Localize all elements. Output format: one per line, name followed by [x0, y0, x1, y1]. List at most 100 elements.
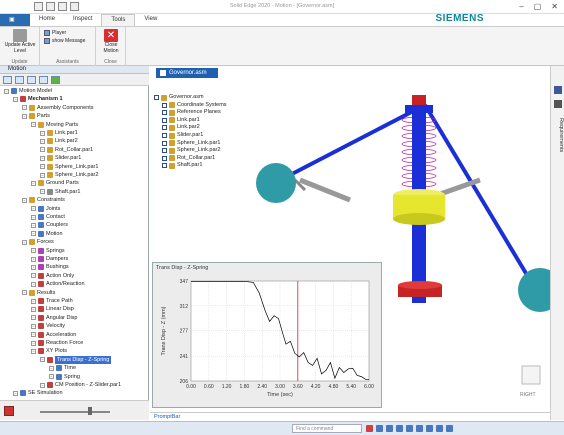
facebook-icon[interactable] — [554, 86, 562, 94]
expand-toggle-icon[interactable]: − — [40, 382, 45, 388]
viewport-tree-item[interactable]: Reference Planes — [162, 109, 221, 116]
tree-item[interactable]: − XY Plots — [31, 347, 67, 355]
tree-item[interactable]: − Acceleration — [31, 331, 76, 339]
settings-icon[interactable] — [446, 425, 453, 432]
expand-toggle-icon[interactable]: − — [31, 306, 36, 312]
viewport-tree-item[interactable]: Sphere_Link.par1 — [162, 140, 220, 147]
expand-toggle-icon[interactable]: − — [22, 197, 27, 203]
tree-item[interactable]: − Link.par2 — [40, 137, 78, 145]
expand-toggle-icon[interactable]: − — [22, 290, 27, 296]
tree-item[interactable]: − Action/Reaction — [31, 280, 85, 288]
viewport-tree-item[interactable]: Sphere_Link.par2 — [162, 147, 220, 154]
motion-icon[interactable] — [51, 76, 60, 84]
expand-toggle-icon[interactable]: − — [22, 113, 27, 119]
expand-toggle-icon[interactable]: − — [31, 323, 36, 329]
expand-toggle-icon[interactable]: − — [13, 390, 18, 396]
tree-item[interactable]: − Reaction Force — [31, 339, 83, 347]
library-icon[interactable] — [39, 76, 48, 84]
expand-toggle-icon[interactable]: − — [31, 222, 36, 228]
tree-item[interactable]: − Ground Parts — [31, 179, 79, 187]
viewport-tree-item[interactable]: Slider.par1 — [162, 132, 203, 139]
view-cube[interactable] — [521, 365, 541, 385]
view-icon[interactable] — [3, 76, 12, 84]
tree-item[interactable]: − Constraints — [22, 196, 65, 204]
expand-toggle-icon[interactable]: − — [22, 239, 27, 245]
expand-toggle-icon[interactable]: − — [31, 264, 36, 270]
expand-toggle-icon[interactable]: − — [31, 231, 36, 237]
visibility-checkbox[interactable] — [154, 95, 159, 100]
expand-toggle-icon[interactable]: − — [31, 348, 36, 354]
section-icon[interactable] — [436, 425, 443, 432]
tree-item[interactable]: − Slider.par1 — [40, 154, 81, 162]
expand-toggle-icon[interactable]: − — [49, 365, 54, 371]
maximize-icon[interactable]: ▢ — [534, 2, 542, 11]
layers-icon[interactable] — [15, 76, 24, 84]
tree-item[interactable]: − Joints — [31, 205, 60, 213]
expand-toggle-icon[interactable]: − — [40, 138, 45, 144]
tree-item[interactable]: − CM Position - Z-Slider.par1 — [40, 381, 121, 389]
tree-item[interactable]: − Spring — [49, 373, 80, 381]
slider-thumb[interactable] — [88, 407, 92, 415]
tree-item[interactable]: − Mechanism 1 — [13, 95, 63, 103]
viewport-tree-item[interactable]: Governor.asm — [154, 94, 204, 101]
expand-toggle-icon[interactable]: − — [31, 298, 36, 304]
document-tab[interactable]: Governor.asm — [156, 68, 218, 78]
expand-toggle-icon[interactable]: − — [31, 248, 36, 254]
expand-toggle-icon[interactable]: − — [31, 214, 36, 220]
minimize-icon[interactable]: – — [519, 2, 523, 11]
tree-item[interactable]: − Time — [49, 364, 76, 372]
tree-item[interactable]: − Parts — [22, 112, 50, 120]
expand-toggle-icon[interactable]: − — [13, 96, 18, 102]
resources-icon[interactable] — [554, 100, 562, 108]
update-active-level-button[interactable]: Update Active Level — [2, 29, 38, 54]
tab-view[interactable]: View — [135, 14, 166, 26]
tree-item[interactable]: − Assembly Components — [22, 104, 94, 112]
tree-item[interactable]: − Sphere_Link.par2 — [40, 171, 98, 179]
tree-item[interactable]: − Trace Path — [31, 297, 73, 305]
visibility-checkbox[interactable] — [162, 155, 167, 161]
visibility-checkbox[interactable] — [162, 133, 167, 138]
tab-tools[interactable]: Tools — [101, 14, 136, 26]
expand-toggle-icon[interactable]: − — [40, 147, 45, 153]
expand-toggle-icon[interactable]: − — [40, 189, 45, 195]
tree-item[interactable]: − Springs — [31, 247, 65, 255]
tree-item[interactable]: − Bushings — [31, 263, 69, 271]
viewport-tree-item[interactable]: Link.par1 — [162, 117, 200, 124]
visibility-checkbox[interactable] — [162, 163, 167, 169]
visibility-checkbox[interactable] — [162, 125, 167, 131]
tree-item[interactable]: − SE Simulation — [13, 389, 63, 397]
tree-item[interactable]: − Results — [22, 289, 55, 297]
expand-toggle-icon[interactable]: − — [40, 164, 45, 170]
zoom-icon[interactable] — [376, 425, 383, 432]
playback-slider[interactable] — [40, 411, 110, 413]
visibility-checkbox[interactable] — [162, 102, 167, 108]
expand-toggle-icon[interactable]: − — [31, 332, 36, 338]
tab-home[interactable]: Home — [30, 14, 64, 26]
expand-toggle-icon[interactable]: − — [31, 122, 36, 128]
file-tab[interactable]: ▣ — [0, 14, 30, 26]
viewport-tree-item[interactable]: Link.par2 — [162, 124, 200, 131]
command-search-input[interactable]: Find a command — [292, 424, 362, 433]
tree-item[interactable]: − Couplers — [31, 221, 68, 229]
expand-toggle-icon[interactable]: − — [31, 340, 36, 346]
visibility-checkbox[interactable] — [162, 117, 167, 123]
fit-icon[interactable] — [386, 425, 393, 432]
tree-item[interactable]: − Moving Parts — [31, 121, 78, 129]
tree-item[interactable]: − Trans Disp - Z-Spring — [40, 355, 112, 364]
expand-toggle-icon[interactable]: − — [40, 155, 45, 161]
tree-item[interactable]: − Sphere_Link.par1 — [40, 163, 98, 171]
expand-toggle-icon[interactable]: − — [40, 172, 45, 178]
tree-item[interactable]: − Contact — [31, 213, 65, 221]
xy-plot-window[interactable]: Trans Disp - Z-Spring 0.00 0.60 1.20 1.80 2.… — [152, 262, 382, 408]
tab-inspect[interactable]: Inspect — [64, 14, 101, 26]
tree-item[interactable]: − Rot_Collar.par1 — [40, 146, 93, 154]
expand-toggle-icon[interactable]: − — [31, 273, 36, 279]
close-motion-button[interactable]: ✕ Close Motion — [98, 29, 124, 54]
shading-icon[interactable] — [426, 425, 433, 432]
visibility-checkbox[interactable] — [162, 140, 167, 146]
tree-item[interactable]: − Action Only — [31, 272, 74, 280]
visibility-checkbox[interactable] — [162, 110, 167, 116]
viewport-tree-item[interactable]: Shaft.par1 — [162, 162, 202, 169]
view-orient-icon[interactable] — [416, 425, 423, 432]
requirements-tab[interactable]: Requirements — [552, 118, 564, 178]
